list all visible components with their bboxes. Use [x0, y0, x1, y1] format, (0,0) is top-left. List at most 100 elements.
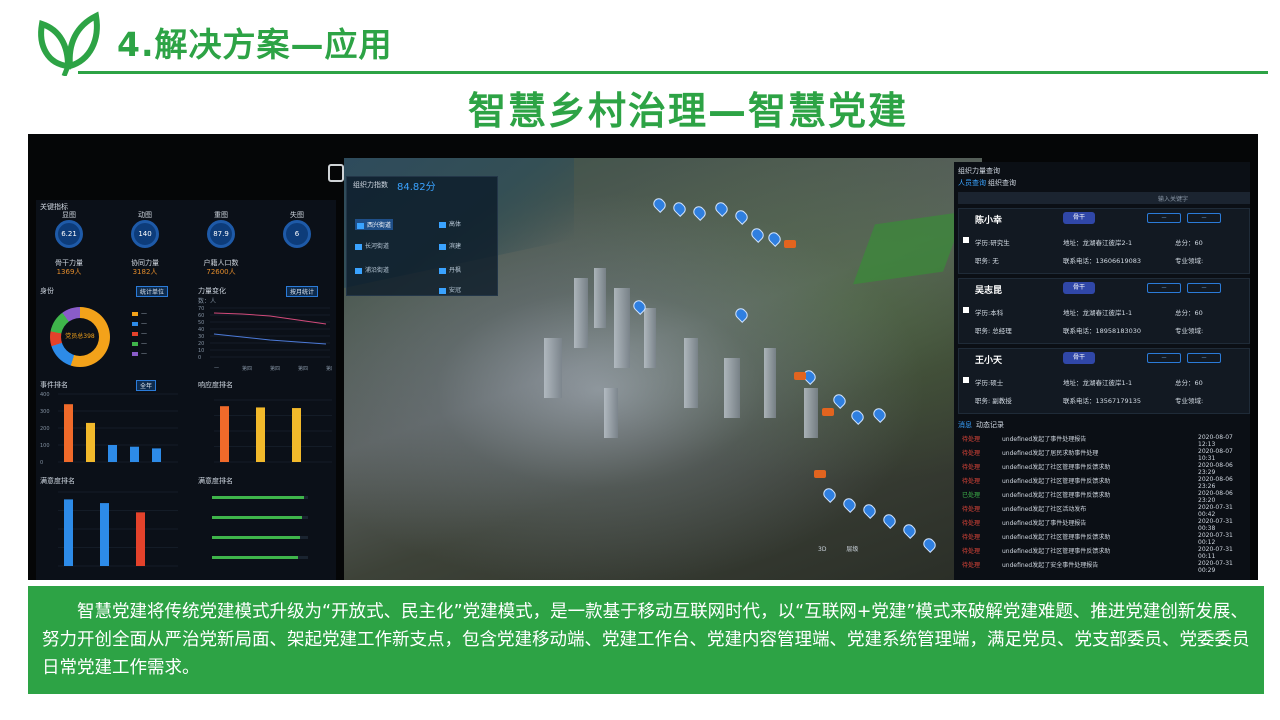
map-pin-icon[interactable] — [749, 226, 766, 243]
map-level-toggle[interactable]: 层级 — [846, 546, 858, 553]
map-pin-icon[interactable] — [841, 496, 858, 513]
x-tick-label: 第四 — [298, 365, 308, 372]
district-item[interactable]: 滨建 — [439, 241, 461, 250]
x-tick-label: 第四 — [326, 365, 332, 372]
kpi-label: 重图 — [214, 211, 228, 219]
map-pin-icon[interactable] — [821, 486, 838, 503]
tab-messages[interactable]: 消息 — [958, 420, 972, 430]
tab-people[interactable]: 人员查询 — [958, 178, 986, 188]
district-item[interactable]: 安冠 — [439, 285, 461, 294]
map-pin-icon[interactable] — [671, 200, 688, 217]
alert-marker[interactable] — [784, 240, 796, 248]
log-text: undefined发起了社区管理事件反馈求助 — [1002, 464, 1111, 471]
x-tick-label: 第四 — [270, 365, 280, 372]
log-text: undefined发起了事件处理报告 — [1002, 436, 1087, 443]
select-checkbox[interactable] — [963, 307, 969, 313]
log-row[interactable]: 待处理 undefined发起了社区管理事件反馈求助 2020-07-31 00:1… — [958, 546, 1250, 560]
map-pin-icon[interactable] — [849, 408, 866, 425]
alert-marker[interactable] — [814, 470, 826, 478]
log-row[interactable]: 待处理 undefined发起了事件处理报告 2020-07-31 00:38 — [958, 518, 1250, 532]
map-pin-icon[interactable] — [733, 306, 750, 323]
person-addr: 地址：龙湖春江彼岸1-1 — [1063, 309, 1133, 317]
alert-marker[interactable] — [794, 372, 806, 380]
person-card[interactable]: 陈小幸 骨干 — — 学历:研究生 地址：龙湖春江彼岸2-1 总分：60 职务:… — [958, 208, 1250, 274]
map-scale-controls[interactable]: 3D 层级 — [818, 544, 858, 553]
map-pin-icon[interactable] — [921, 536, 938, 553]
select-checkbox[interactable] — [963, 237, 969, 243]
series-line — [213, 312, 327, 325]
person-job: 职务: 副教授 — [975, 397, 1012, 405]
response-bar-chart — [214, 399, 332, 463]
map-pin-icon[interactable] — [713, 200, 730, 217]
person-score: 总分：60 — [1175, 309, 1203, 317]
map-pin-icon[interactable] — [871, 406, 888, 423]
log-date: 2020-07-31 00:38 — [1198, 518, 1233, 532]
person-card[interactable]: 吴志昆 骨干 — — 学历:本科 地址：龙湖春江彼岸1-1 总分：60 职务: … — [958, 278, 1250, 344]
search-bar[interactable]: 输入关键字 — [958, 192, 1250, 204]
log-row[interactable]: 已处理 undefined发起了社区管理事件反馈求助 2020-08-06 23:2… — [958, 490, 1250, 504]
log-row[interactable]: 待处理 undefined发起了社区活动发布 2020-07-31 00:42 — [958, 504, 1250, 518]
district-item[interactable]: 丹枫 — [439, 265, 461, 274]
search-input[interactable]: 输入关键字 — [1158, 194, 1188, 203]
log-row[interactable]: 待处理 undefined发起了社区管理事件反馈求助 2020-08-06 23:2… — [958, 462, 1250, 476]
bar — [292, 408, 301, 462]
map-pin-icon[interactable] — [901, 522, 918, 539]
contact-button[interactable]: — — [1147, 353, 1181, 363]
log-date: 2020-08-06 23:26 — [1198, 476, 1233, 490]
tab-org[interactable]: 组织查询 — [988, 178, 1016, 188]
identity-title: 身份 — [40, 287, 54, 295]
filter-tag[interactable]: 按月统计 — [286, 286, 319, 297]
contact-button[interactable]: — — [1147, 213, 1181, 223]
y-tick-label: 10 — [198, 348, 204, 354]
district-item[interactable]: 西兴街道 — [355, 219, 394, 230]
detail-button[interactable]: — — [1187, 283, 1221, 293]
kpi-ring: 87.9 — [207, 220, 235, 248]
kpi-sub-value: 1369人 — [56, 268, 82, 276]
person-score: 总分：60 — [1175, 379, 1203, 387]
log-row[interactable]: 待处理 undefined发起了居民求助事件处理 2020-08-07 10:31 — [958, 448, 1250, 462]
building — [594, 268, 606, 328]
person-edu: 学历:硕士 — [975, 379, 1004, 387]
alert-marker[interactable] — [822, 408, 834, 416]
person-addr: 地址：龙湖春江彼岸2-1 — [1063, 239, 1133, 247]
progress-fill — [212, 556, 298, 559]
person-score: 总分：60 — [1175, 239, 1203, 247]
map-3d-toggle[interactable]: 3D — [818, 546, 826, 553]
detail-button[interactable]: — — [1187, 353, 1221, 363]
filter-tag[interactable]: 统计单位 — [136, 286, 169, 297]
y-tick-label: 300 — [40, 409, 50, 415]
satisfaction-title: 满意度排名 — [198, 477, 233, 485]
log-row[interactable]: 待处理 undefined发起了社区管理事件反馈求助 2020-08-06 23:2… — [958, 476, 1250, 490]
log-row[interactable]: 待处理 undefined发起了事件处理报告 2020-08-07 12:13 — [958, 434, 1250, 448]
bar — [86, 422, 95, 462]
bar — [108, 445, 117, 462]
map-pin-icon[interactable] — [831, 392, 848, 409]
select-checkbox[interactable] — [963, 377, 969, 383]
layers-toggle-icon[interactable] — [328, 164, 344, 182]
detail-button[interactable]: — — [1187, 213, 1221, 223]
log-row[interactable]: 待处理 undefined发起了社区管理事件反馈求助 2020-07-31 00:1… — [958, 532, 1250, 546]
district-item[interactable]: 浦沿街道 — [355, 265, 389, 274]
y-tick-label: 0 — [198, 355, 201, 361]
district-item[interactable]: 长河街道 — [355, 241, 389, 250]
kpi-label: 动图 — [138, 211, 152, 219]
tab-activity[interactable]: 动态记录 — [976, 420, 1004, 430]
person-card[interactable]: 王小天 骨干 — — 学历:硕士 地址：龙湖春江彼岸1-1 总分：60 职务: … — [958, 348, 1250, 414]
person-edu: 学历:研究生 — [975, 239, 1010, 247]
right-people-panel: 组织力量查询 人员查询 组织查询 输入关键字 陈小幸 骨干 — — 学历:研究生… — [954, 162, 1250, 580]
people-query-title: 组织力量查询 — [958, 167, 1000, 175]
district-item[interactable]: 高体 — [439, 219, 461, 228]
map-pin-icon[interactable] — [881, 512, 898, 529]
bar — [136, 512, 145, 566]
log-status: 待处理 — [962, 464, 981, 471]
map-pin-icon[interactable] — [733, 208, 750, 225]
role-badge: 骨干 — [1063, 212, 1095, 224]
map-pin-icon[interactable] — [651, 196, 668, 213]
contact-button[interactable]: — — [1147, 283, 1181, 293]
y-tick-label: 50 — [198, 320, 204, 326]
log-row[interactable]: 待处理 undefined发起了安全事件处理报告 2020-07-31 00:29 — [958, 560, 1250, 574]
map-pin-icon[interactable] — [691, 204, 708, 221]
map-pin-icon[interactable] — [766, 230, 783, 247]
role-badge: 骨干 — [1063, 352, 1095, 364]
map-pin-icon[interactable] — [861, 502, 878, 519]
